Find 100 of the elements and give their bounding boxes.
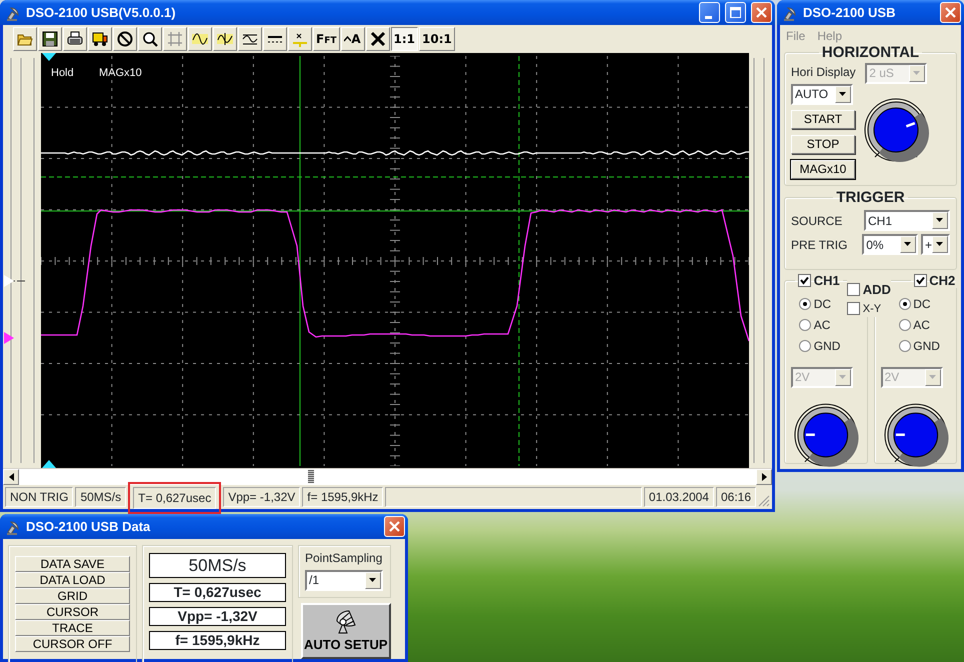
ratio-button[interactable]: 1:1: [390, 27, 418, 51]
toolbar-button[interactable]: [138, 27, 162, 51]
action-button[interactable]: CURSOR OFF: [15, 636, 130, 652]
radio-button[interactable]: [799, 298, 811, 310]
resize-grip-icon[interactable]: [758, 495, 770, 507]
sine-wave-icon: [192, 31, 208, 47]
toolbar-button[interactable]: [13, 27, 37, 51]
dropdown-button[interactable]: [932, 236, 948, 253]
caret-icon: [904, 242, 912, 247]
toolbar-button[interactable]: [63, 27, 87, 51]
radio-button[interactable]: [898, 298, 910, 310]
floppy-icon: [42, 31, 58, 47]
triangle-marker-icon[interactable]: [4, 332, 14, 344]
truck-icon: [92, 31, 108, 47]
cursor-line[interactable]: [41, 176, 749, 178]
action-button[interactable]: CURSOR: [15, 604, 130, 620]
scroll-left-button[interactable]: [3, 469, 19, 485]
triangle-marker-icon[interactable]: [4, 275, 14, 287]
action-button[interactable]: GRID: [15, 588, 130, 604]
checkbox-label: ADD: [862, 281, 891, 299]
status-text: 01.03.2004: [644, 487, 714, 507]
checkbox[interactable]: [798, 274, 811, 288]
dropdown[interactable]: /1: [305, 570, 383, 591]
field-label: SOURCE: [791, 212, 842, 230]
right-arrow-icon: [762, 473, 766, 481]
screen-label: Hold: [51, 66, 74, 81]
close-icon: [756, 7, 767, 18]
checkbox-label: X-Y: [862, 302, 882, 316]
wave-icon: [217, 31, 233, 47]
action-button[interactable]: DATA LOAD: [15, 572, 130, 588]
cross-icon: [370, 31, 386, 47]
toolbar-button[interactable]: [113, 27, 137, 51]
radio-button[interactable]: [898, 340, 910, 352]
group-title: TRIGGER: [835, 190, 906, 206]
readout-display: f= 1595,9kHz: [149, 631, 286, 650]
readout-display: T= 0,627usec: [149, 583, 286, 602]
peak-icon: [344, 36, 352, 42]
dropdown[interactable]: +: [921, 234, 950, 255]
auto-setup-button[interactable]: AUTO SETUP: [300, 603, 391, 660]
toolbar-button[interactable]: [188, 27, 212, 51]
action-button[interactable]: MAGx10: [791, 160, 855, 179]
app-icon: [5, 518, 21, 534]
close-button[interactable]: [751, 2, 772, 23]
minimize-button[interactable]: [699, 2, 720, 23]
radio-label: GND: [814, 338, 840, 355]
triangle-marker-icon[interactable]: [42, 53, 56, 61]
window-title: DSO-2100 USB(V5.0.0.1): [26, 4, 177, 22]
toolbar-button[interactable]: [88, 27, 112, 51]
app-icon: [782, 4, 798, 20]
horizontal-scrollbar[interactable]: [3, 468, 772, 485]
window-title: DSO-2100 USB Data: [26, 518, 152, 536]
ratio-button[interactable]: 10:1: [419, 27, 455, 51]
toolbar-button[interactable]: [238, 27, 262, 51]
caret-icon: [928, 374, 936, 380]
radio-button[interactable]: [898, 318, 910, 331]
maximize-button[interactable]: [725, 2, 746, 23]
cursor-line[interactable]: [518, 56, 520, 466]
dropdown[interactable]: CH1: [864, 210, 950, 232]
caret-icon: [913, 70, 922, 76]
checkbox[interactable]: [847, 283, 860, 296]
screen-label: MAGx10: [99, 66, 142, 81]
checkbox[interactable]: [914, 274, 926, 288]
checkbox[interactable]: [847, 302, 860, 316]
dropdown-button[interactable]: [900, 236, 916, 253]
dropdown[interactable]: AUTO: [791, 84, 853, 104]
field-label: Hori Display: [791, 64, 856, 81]
dropdown-button[interactable]: [835, 86, 851, 102]
field-label: PRE TRIG: [791, 236, 848, 254]
action-button[interactable]: DATA SAVE: [15, 556, 130, 572]
left-arrow-icon: [8, 473, 14, 481]
close-button[interactable]: [384, 516, 405, 537]
radio-label: DC: [913, 296, 931, 314]
caret-icon: [839, 92, 847, 96]
action-button[interactable]: TRACE: [15, 620, 130, 636]
caret-icon: [936, 218, 944, 224]
toolbar-button[interactable]: [38, 27, 62, 51]
toolbar-button[interactable]: [213, 27, 237, 51]
radio-label: AC: [913, 316, 930, 334]
radio-label: DC: [814, 296, 832, 314]
caret-icon: [369, 578, 377, 583]
radio-label: GND: [913, 338, 940, 355]
close-button[interactable]: [940, 2, 961, 23]
minimize-icon: [704, 16, 712, 18]
scroll-right-button[interactable]: [756, 469, 772, 485]
radio-button[interactable]: [799, 340, 811, 352]
status-text: 06:16: [716, 487, 756, 507]
action-button[interactable]: STOP: [791, 135, 855, 154]
toolbar-button[interactable]: [263, 27, 287, 51]
status-text: 50MS/s: [75, 487, 126, 507]
dropdown-button[interactable]: [365, 572, 381, 589]
action-button[interactable]: START: [791, 110, 855, 130]
dropdown[interactable]: 0%: [862, 234, 918, 255]
close-icon: [945, 7, 956, 18]
triangle-marker-icon[interactable]: [42, 460, 56, 468]
check-icon: [800, 276, 809, 286]
dropdown-button[interactable]: [932, 212, 948, 230]
scroll-thumb[interactable]: [308, 470, 314, 483]
radio-button[interactable]: [799, 318, 811, 331]
toolbar-button[interactable]: [366, 27, 390, 51]
toolbar-button[interactable]: A: [340, 27, 364, 51]
